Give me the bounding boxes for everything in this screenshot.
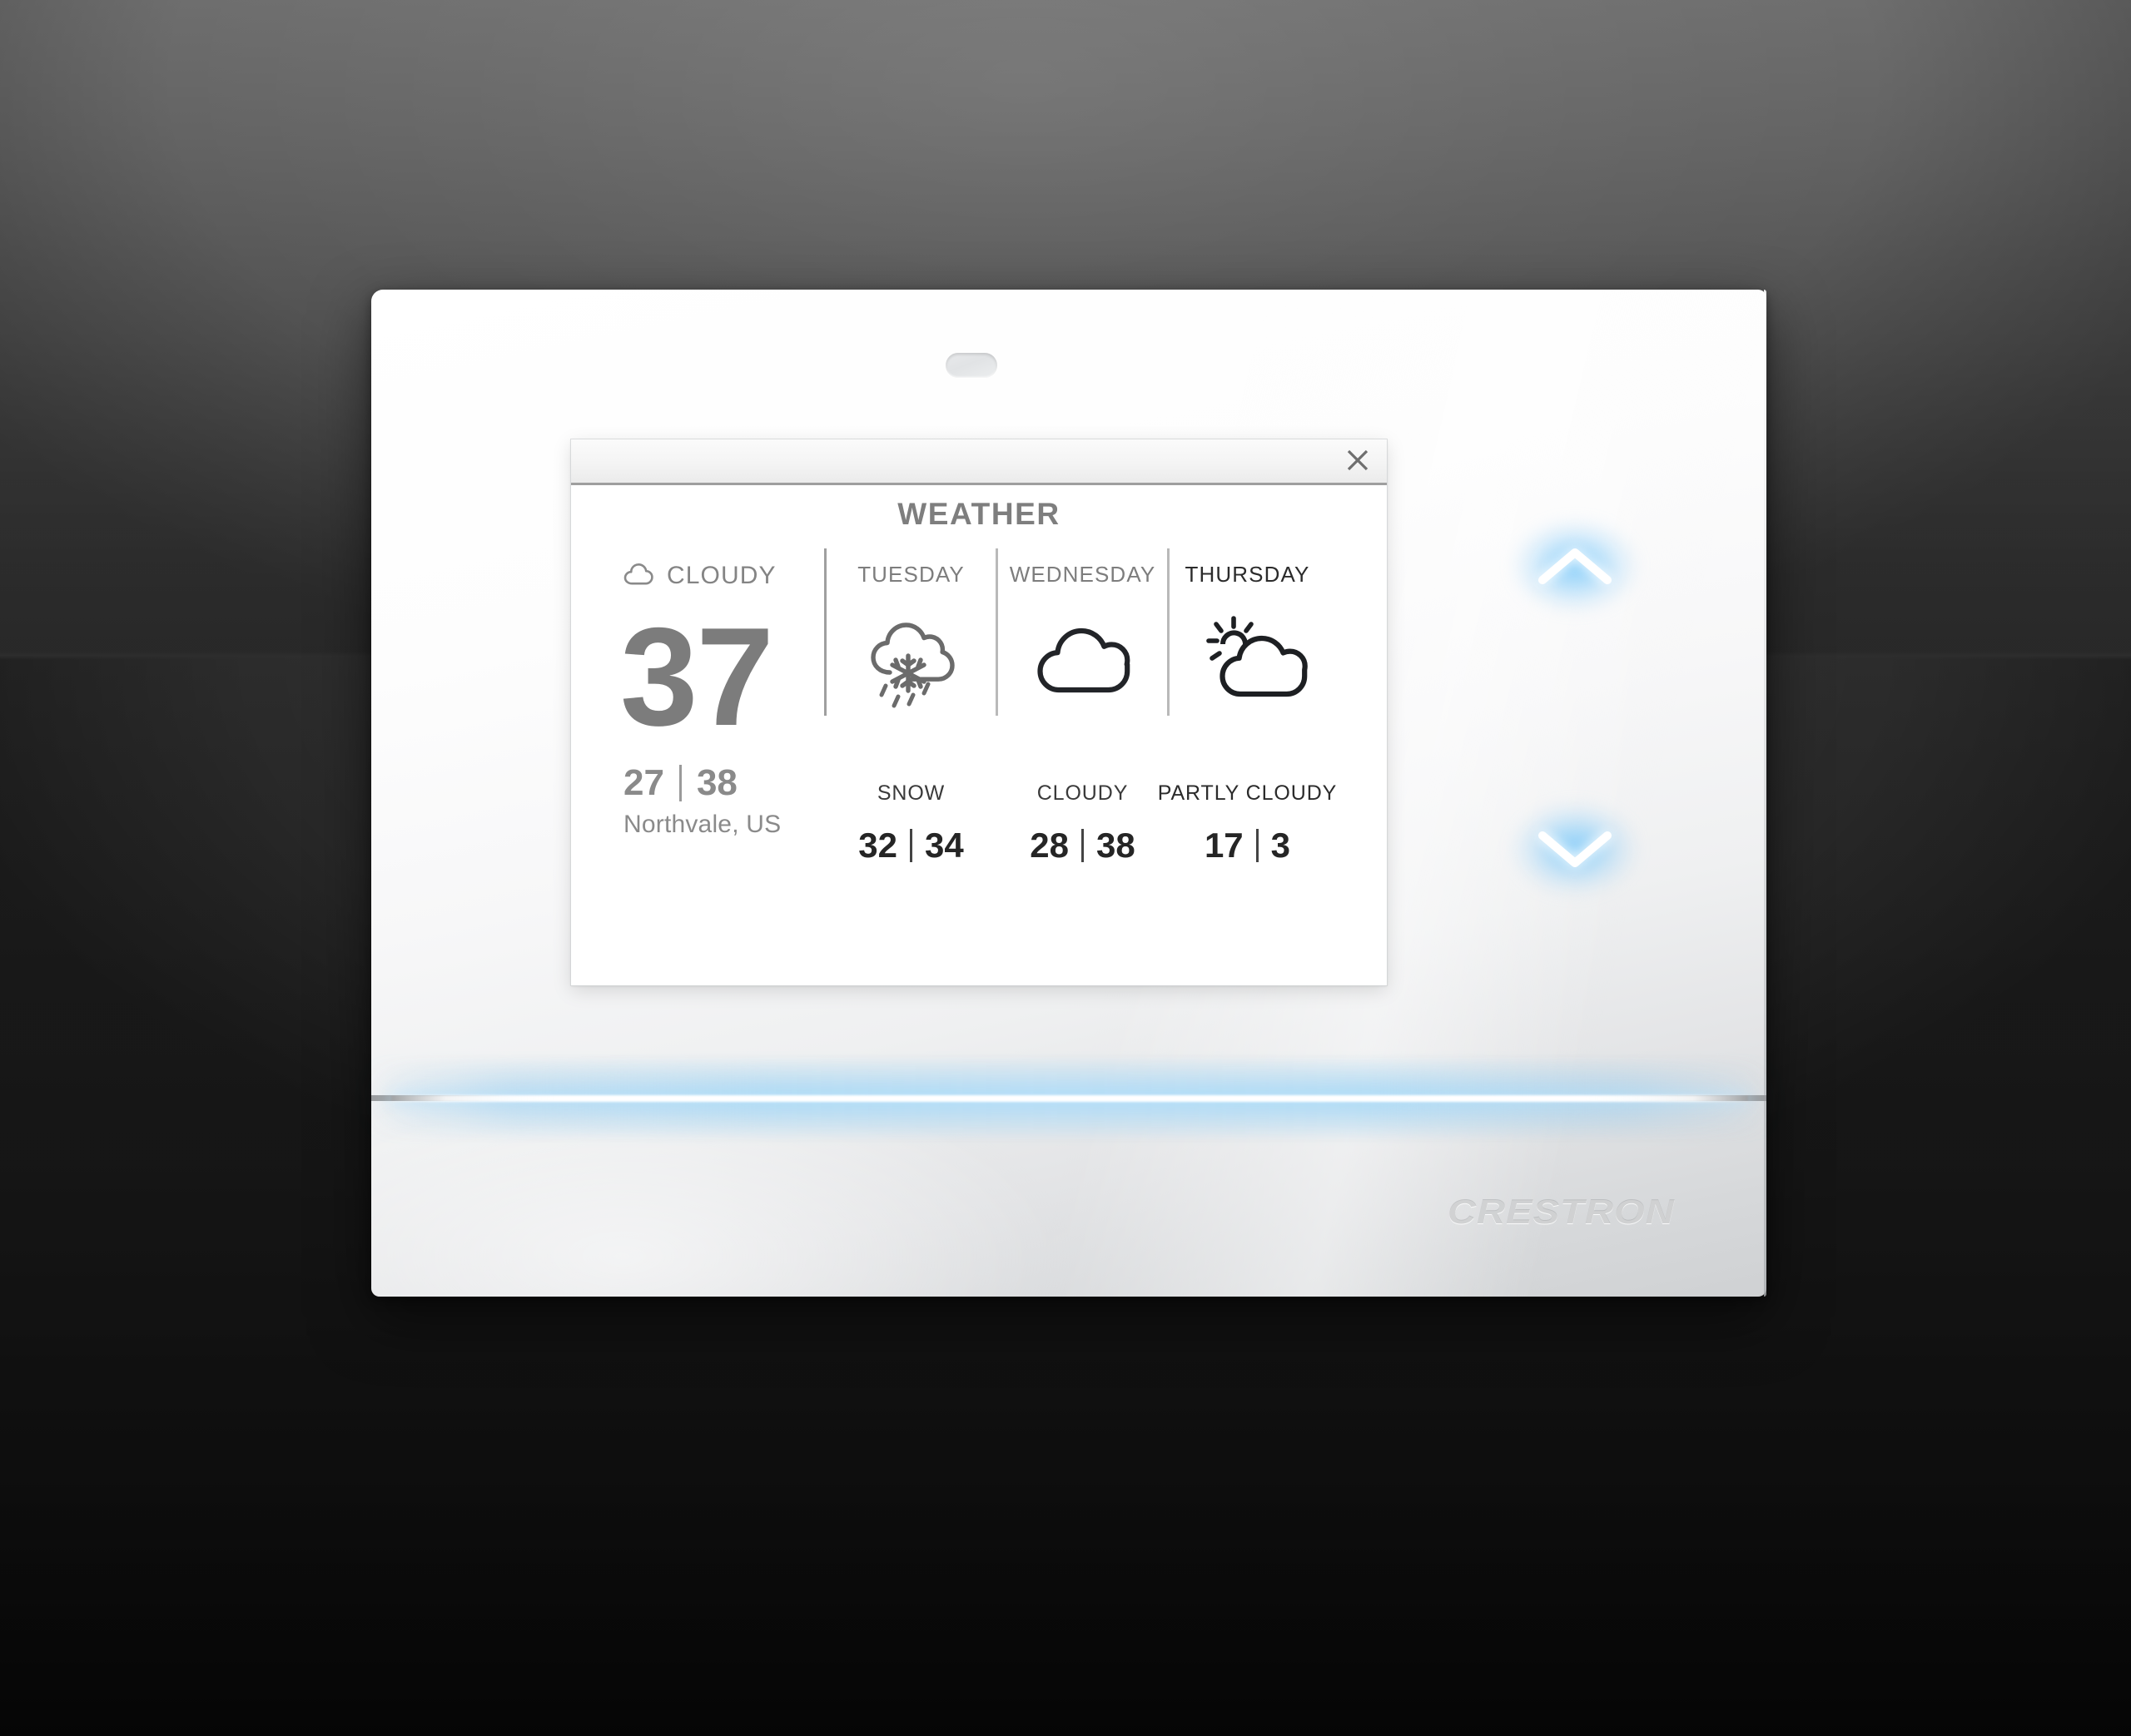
touch-screen[interactable]: WEATHER CLOUDY 37 27 38 Northvale, US TU… xyxy=(571,439,1387,985)
snow-icon xyxy=(862,609,961,716)
device-right-edge xyxy=(1764,290,1766,1297)
partly-cloudy-icon xyxy=(1200,609,1309,716)
forecast-days: TUESDAY SNOW 32 34 WEDNESDAY CLOUDY 28 3… xyxy=(824,548,1387,865)
day-high: 38 xyxy=(1096,826,1135,865)
forecast-day-thursday[interactable]: THURSDAY PARTLY CLOUDY 17 3 xyxy=(1158,548,1339,865)
hilo-separator xyxy=(678,765,682,802)
day-hi-lo: 32 34 xyxy=(858,826,963,866)
current-condition-row: CLOUDY xyxy=(623,562,824,590)
page-title: WEATHER xyxy=(897,497,1061,531)
day-condition: CLOUDY xyxy=(1036,781,1129,805)
brand-logo: CRESTRON xyxy=(1448,1192,1675,1231)
hilo-separator xyxy=(1255,829,1259,862)
day-condition: SNOW xyxy=(877,781,946,805)
day-high: 3 xyxy=(1270,826,1291,865)
chevron-up-icon xyxy=(1538,548,1612,584)
day-condition: PARTLY CLOUDY xyxy=(1157,781,1338,805)
hilo-separator xyxy=(1081,829,1084,862)
chevron-down-icon xyxy=(1538,831,1612,867)
current-conditions-panel: CLOUDY 37 27 38 Northvale, US xyxy=(571,548,824,985)
weather-columns: CLOUDY 37 27 38 Northvale, US TUESDAY SN… xyxy=(571,548,1387,985)
forecast-day-wednesday[interactable]: WEDNESDAY CLOUDY 28 38 xyxy=(996,548,1167,865)
current-condition-label: CLOUDY xyxy=(667,562,777,589)
close-icon xyxy=(1347,449,1369,471)
day-high: 34 xyxy=(925,826,964,865)
current-hi-lo: 27 38 xyxy=(623,762,824,804)
day-low: 17 xyxy=(1204,826,1244,865)
close-button[interactable] xyxy=(1337,441,1378,479)
led-light-bar xyxy=(391,1095,1748,1102)
cloud-icon xyxy=(1033,609,1133,716)
volume-up-button[interactable] xyxy=(1513,520,1637,612)
day-low: 32 xyxy=(858,826,897,865)
day-name: TUESDAY xyxy=(857,562,965,587)
day-name: WEDNESDAY xyxy=(1009,562,1156,587)
weather-app-body: WEATHER CLOUDY 37 27 38 Northvale, US TU… xyxy=(571,485,1387,985)
proximity-sensor xyxy=(946,353,997,378)
day-name: THURSDAY xyxy=(1185,562,1310,587)
current-high: 38 xyxy=(696,762,738,804)
forecast-day-tuesday[interactable]: TUESDAY SNOW 32 34 xyxy=(824,548,996,865)
forecast-clip: TUESDAY SNOW 32 34 WEDNESDAY CLOUDY 28 3… xyxy=(824,548,1387,985)
day-hi-lo: 17 3 xyxy=(1205,826,1290,866)
day-hi-lo: 28 38 xyxy=(1030,826,1135,866)
window-titlebar xyxy=(571,439,1387,485)
cloud-icon xyxy=(623,563,657,590)
current-low: 27 xyxy=(623,762,664,804)
location-label: Northvale, US xyxy=(623,811,782,839)
day-low: 28 xyxy=(1030,826,1069,865)
current-temperature: 37 xyxy=(620,598,774,755)
product-photo-scene: WEATHER CLOUDY 37 27 38 Northvale, US TU… xyxy=(0,0,2131,1736)
hilo-separator xyxy=(910,829,912,862)
volume-down-button[interactable] xyxy=(1513,803,1637,895)
